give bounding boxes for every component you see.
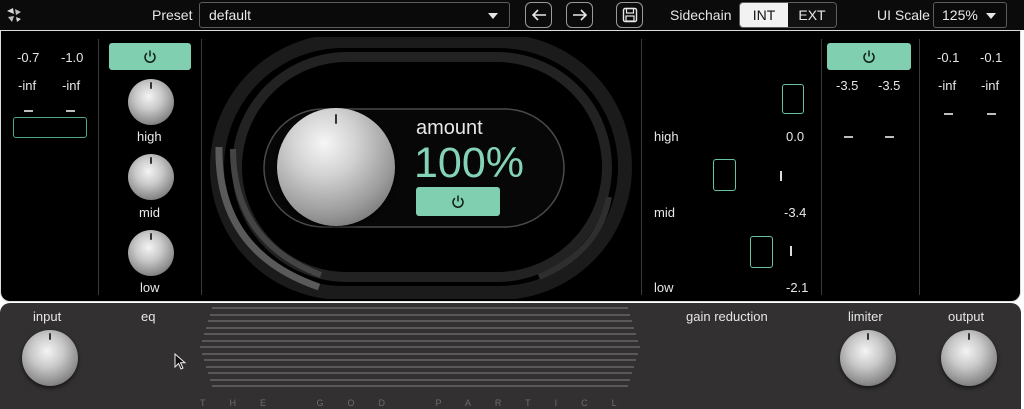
ui-scale-dropdown[interactable]: 125%: [933, 2, 1007, 28]
grill-line: [208, 320, 632, 322]
gr-mid-bracket: [713, 159, 736, 191]
grill-line: [212, 385, 628, 387]
main-panel: -0.7 -1.0 -inf -inf high mid low amount …: [0, 30, 1021, 302]
meter-bar: [885, 136, 894, 138]
grill-line: [204, 359, 636, 361]
power-icon: [144, 50, 156, 63]
meter-bar: [66, 110, 75, 112]
preset-value: default: [209, 7, 252, 23]
mouse-cursor-icon: [174, 353, 187, 370]
divider: [821, 39, 822, 295]
grill-line: [210, 378, 630, 381]
sidechain-label: Sidechain: [670, 7, 732, 23]
output-rms-left: -inf: [938, 78, 957, 93]
divider: [919, 39, 920, 295]
eq-mid-knob[interactable]: [128, 154, 174, 200]
chevron-down-icon: [488, 13, 498, 19]
output-knob[interactable]: [941, 330, 997, 386]
input-label: input: [33, 309, 62, 324]
output-label: output: [948, 309, 985, 324]
gr-mid-value: -3.4: [784, 205, 807, 220]
sidechain-toggle[interactable]: INT EXT: [739, 2, 837, 28]
previous-preset-button[interactable]: [525, 2, 552, 28]
amount-power-button[interactable]: [416, 187, 500, 216]
eq-mid-label: mid: [139, 205, 160, 220]
save-preset-button[interactable]: [616, 2, 643, 28]
ui-scale-label: UI Scale: [877, 7, 930, 23]
input-rms-right: -inf: [62, 78, 81, 93]
amount-value: 100%: [414, 139, 524, 187]
input-rms-left: -inf: [18, 78, 37, 93]
gr-low-bracket: [750, 236, 773, 268]
sidechain-ext-option[interactable]: EXT: [788, 3, 836, 27]
sidechain-int-option[interactable]: INT: [740, 3, 788, 27]
eq-label: eq: [141, 309, 156, 324]
grill-line: [210, 313, 630, 316]
grill-line: [200, 346, 640, 348]
arrow-right-icon: [572, 9, 587, 21]
gr-high-bracket: [782, 84, 804, 114]
gr-low-indicator: [790, 246, 792, 256]
grill-line: [206, 365, 634, 368]
gr-high-label: high: [654, 129, 679, 144]
output-peak-right: -0.1: [980, 50, 1003, 65]
limiter-right-value: -3.5: [878, 78, 901, 93]
arrow-left-icon: [531, 9, 546, 21]
input-clip-bracket: [13, 117, 87, 138]
output-rms-right: -inf: [981, 78, 1000, 93]
meter-bar: [987, 113, 996, 115]
grill-line: [202, 339, 638, 342]
eq-high-knob[interactable]: [128, 79, 174, 125]
output-peak-left: -0.1: [937, 50, 960, 65]
preset-dropdown[interactable]: default: [199, 2, 510, 28]
grill-line: [204, 333, 636, 335]
divider: [641, 39, 642, 295]
next-preset-button[interactable]: [566, 2, 593, 28]
input-peak-left: -0.7: [17, 50, 40, 65]
logo-icon: [7, 8, 21, 22]
preset-label: Preset: [152, 7, 193, 23]
ui-scale-value: 125%: [942, 7, 978, 23]
top-bar: Preset default Sidechain INT EXT UI Scal…: [0, 0, 1024, 30]
chevron-down-icon: [986, 13, 996, 19]
meter-bar: [24, 110, 33, 112]
divider: [98, 39, 99, 295]
grill-line: [208, 372, 632, 374]
limiter-label: limiter: [848, 309, 883, 324]
eq-low-knob[interactable]: [128, 230, 174, 276]
bottom-strip: input eq gain reduction limiter output T…: [0, 303, 1021, 409]
gr-low-label: low: [654, 280, 674, 295]
limiter-left-value: -3.5: [836, 78, 859, 93]
grill-line: [206, 326, 634, 329]
eq-high-label: high: [137, 129, 162, 144]
gain-reduction-label: gain reduction: [686, 309, 768, 324]
grill-line: [212, 307, 628, 309]
gr-low-value: -2.1: [786, 280, 809, 295]
limiter-power-button[interactable]: [827, 43, 911, 70]
power-icon: [452, 195, 464, 208]
gr-mid-label: mid: [654, 205, 675, 220]
divider: [201, 39, 202, 295]
meter-bar: [844, 136, 853, 138]
input-knob[interactable]: [22, 330, 78, 386]
save-icon: [622, 7, 637, 23]
gr-mid-indicator: [780, 171, 782, 181]
power-icon: [863, 50, 875, 63]
grill-line: [202, 352, 638, 355]
limiter-knob[interactable]: [840, 330, 896, 386]
gr-high-value: 0.0: [786, 129, 805, 144]
eq-low-label: low: [140, 280, 160, 295]
input-peak-right: -1.0: [61, 50, 84, 65]
amount-label: amount: [416, 117, 483, 139]
amount-knob[interactable]: [277, 108, 395, 226]
eq-power-button[interactable]: [109, 43, 191, 70]
meter-bar: [944, 113, 953, 115]
brand-text: THE GOD PARTICLE: [200, 398, 640, 408]
